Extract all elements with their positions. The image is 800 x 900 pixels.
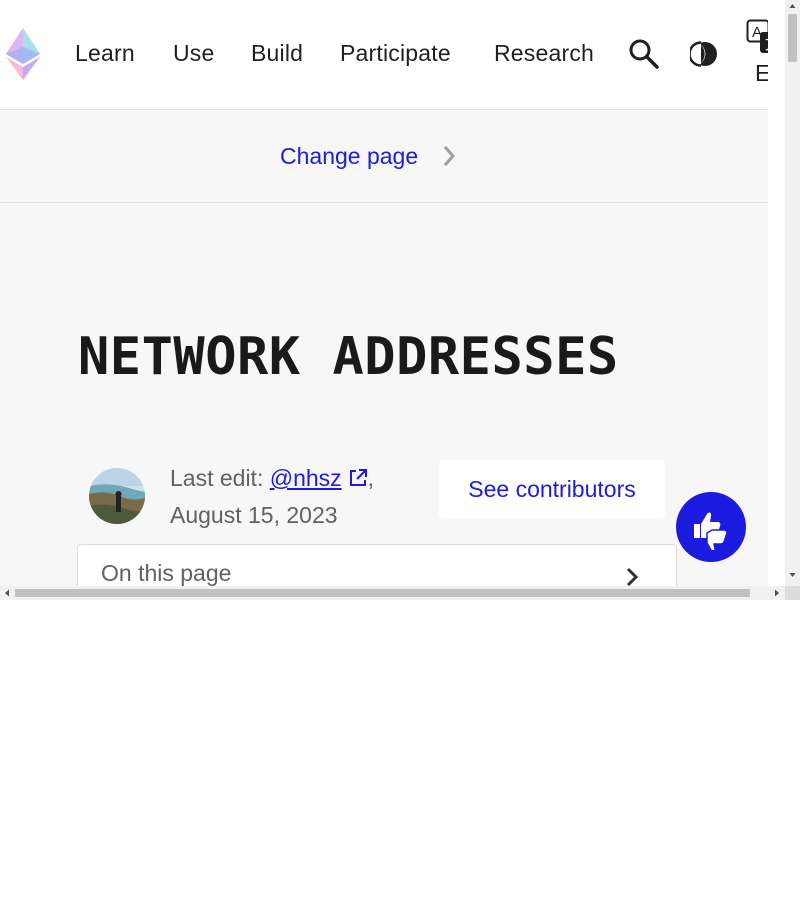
scroll-down-arrow-icon[interactable] <box>789 572 796 578</box>
change-page-bar: Change page <box>0 110 768 203</box>
on-this-page-label: On this page <box>101 560 232 586</box>
page: Learn Use Build Participate Research A 文 <box>0 0 768 586</box>
scrollbar-corner <box>785 586 800 600</box>
scroll-left-arrow-icon[interactable] <box>4 589 10 597</box>
scroll-right-arrow-icon[interactable] <box>774 589 780 597</box>
feedback-button[interactable] <box>676 492 746 562</box>
page-title: NETWORK ADDRESSES <box>78 327 619 387</box>
svg-text:文: 文 <box>765 36 768 53</box>
search-icon[interactable] <box>628 38 660 70</box>
nav-research[interactable]: Research <box>494 38 594 68</box>
external-link-icon[interactable] <box>348 468 368 488</box>
chevron-right-icon <box>626 567 639 586</box>
top-nav-bar: Learn Use Build Participate Research A 文 <box>0 0 768 110</box>
browser-viewport: Learn Use Build Participate Research A 文 <box>0 0 800 600</box>
dark-mode-icon[interactable] <box>690 39 720 69</box>
thumbs-up-down-icon <box>694 512 728 550</box>
nav-learn[interactable]: Learn <box>75 38 135 68</box>
ethereum-logo-icon[interactable] <box>4 27 42 81</box>
vertical-scroll-thumb[interactable] <box>788 14 797 62</box>
nav-participate[interactable]: Participate <box>340 38 451 68</box>
last-edit-date: August 15, 2023 <box>170 502 338 528</box>
avatar <box>89 468 145 524</box>
change-page-link[interactable]: Change page <box>280 141 418 171</box>
last-edit-info: Last edit: @nhsz, August 15, 2023 <box>170 460 420 534</box>
author-link[interactable]: @nhsz <box>270 465 342 491</box>
chevron-right-icon <box>443 146 456 166</box>
scroll-up-arrow-icon[interactable] <box>789 3 796 9</box>
last-edit-prefix: Last edit: <box>170 465 270 491</box>
on-this-page-dropdown[interactable]: On this page <box>77 544 677 586</box>
translate-icon[interactable]: A 文 <box>746 19 768 55</box>
horizontal-scrollbar[interactable] <box>0 586 785 600</box>
nav-build[interactable]: Build <box>251 38 303 68</box>
language-code[interactable]: EN <box>755 60 768 87</box>
vertical-scrollbar[interactable] <box>785 0 800 586</box>
see-contributors-button[interactable]: See contributors <box>439 460 665 518</box>
horizontal-scroll-thumb[interactable] <box>15 589 750 597</box>
nav-use[interactable]: Use <box>173 38 215 68</box>
last-edit-separator: , <box>367 465 375 491</box>
